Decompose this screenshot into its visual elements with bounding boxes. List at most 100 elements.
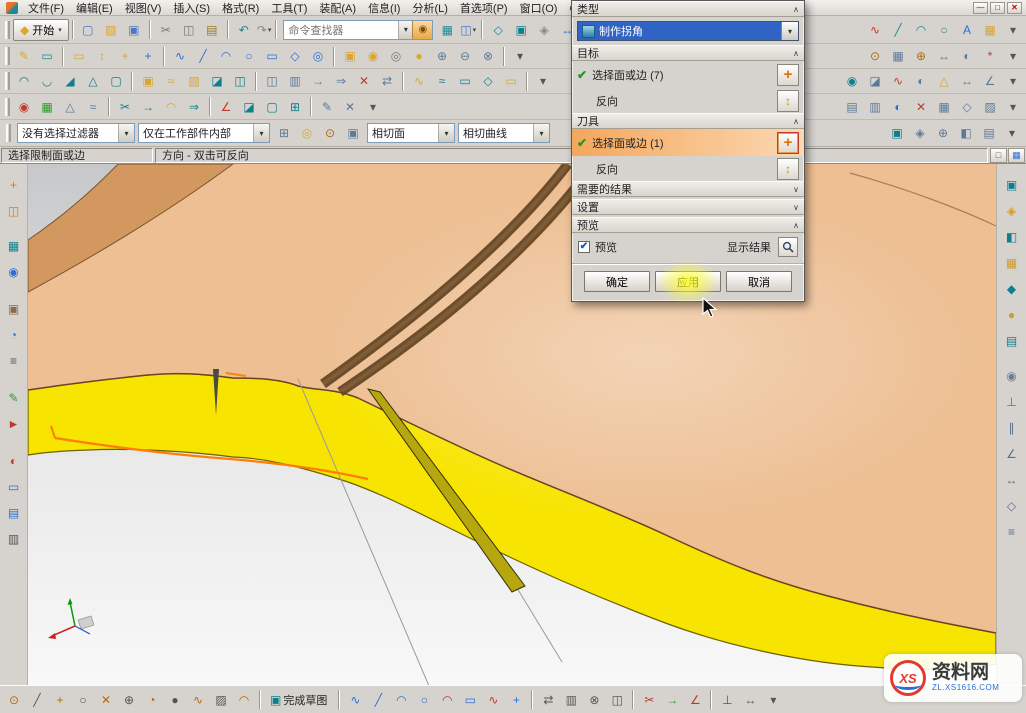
through-curves-icon[interactable]: ≈ xyxy=(431,70,453,92)
work-layer-icon[interactable]: ▤ xyxy=(978,122,1000,144)
auto-dimension-icon[interactable]: ↔ xyxy=(739,689,761,711)
more-icon[interactable]: ▾ xyxy=(1002,45,1024,67)
split-body-icon[interactable]: ◫ xyxy=(229,70,251,92)
restore-window-icon[interactable]: □ xyxy=(990,148,1007,163)
chevron-down-icon[interactable]: ▾ xyxy=(398,21,412,39)
pattern-curve-icon[interactable]: ▥ xyxy=(560,689,582,711)
delete-face-icon[interactable]: ✕ xyxy=(353,70,375,92)
tool-select-button[interactable]: + xyxy=(777,132,799,154)
shaded-cube-icon[interactable]: ▣ xyxy=(886,122,908,144)
assembly-navigator-icon[interactable]: ◫ xyxy=(2,199,26,223)
datum-csys-icon[interactable]: + xyxy=(114,45,136,67)
clip-section-icon[interactable]: ◧ xyxy=(955,122,977,144)
quick-trim-icon[interactable]: ✂ xyxy=(638,689,660,711)
more-icon[interactable]: ▾ xyxy=(362,96,384,118)
circle-curve-icon[interactable]: ○ xyxy=(238,45,260,67)
snap-point-toggle-icon[interactable]: ⊙ xyxy=(3,689,25,711)
orient-view-icon[interactable]: ⊕ xyxy=(932,122,954,144)
preview-checkbox[interactable]: ✔ xyxy=(578,241,590,253)
menu-item[interactable]: 窗口(O) xyxy=(514,0,564,16)
constraint-parallel-icon[interactable]: ∥ xyxy=(1000,416,1024,440)
studio-spline-icon[interactable]: ∿ xyxy=(864,19,886,41)
copy-icon[interactable]: ◫ xyxy=(178,19,200,41)
history-palette-icon[interactable]: ◔ xyxy=(2,323,26,347)
thicken-icon[interactable]: ▣ xyxy=(137,70,159,92)
face-analysis-icon[interactable]: ◉ xyxy=(841,70,863,92)
redo-icon[interactable]: ↷▾ xyxy=(256,19,273,41)
sew-icon[interactable]: ≈ xyxy=(160,70,182,92)
law-extension-icon[interactable]: ◠ xyxy=(160,96,182,118)
tool-select-row[interactable]: ✔ 选择面或边 (1) + xyxy=(572,129,804,156)
binoculars-icon[interactable]: ◉ xyxy=(412,21,432,39)
datum-axis-icon[interactable]: ↕ xyxy=(91,45,113,67)
visible-layers-icon[interactable]: ▥ xyxy=(864,96,886,118)
close-button[interactable]: ✕ xyxy=(1007,2,1022,14)
distance-icon[interactable]: ↔ xyxy=(956,70,978,92)
intersection-point-icon[interactable]: ⊗ xyxy=(583,689,605,711)
work-csys[interactable] xyxy=(48,598,94,639)
viewport-canvas[interactable] xyxy=(28,164,996,685)
swept-icon[interactable]: ∿ xyxy=(408,70,430,92)
make-corner-icon[interactable]: ∠ xyxy=(215,96,237,118)
pattern-tool-icon[interactable]: ▦ xyxy=(1000,251,1024,275)
start-button[interactable]: ◆ 开始 ▾ xyxy=(13,19,69,41)
finish-sketch-button[interactable]: ▣完成草图 xyxy=(265,689,334,711)
spline-sketch-icon[interactable]: ∿ xyxy=(482,689,504,711)
menu-item[interactable]: 视图(V) xyxy=(119,0,168,16)
pattern-icon[interactable]: ▦ xyxy=(979,19,1001,41)
menu-item[interactable]: 分析(L) xyxy=(406,0,453,16)
curve-rule-combo[interactable]: 相切曲线 ▾ xyxy=(458,123,550,143)
apply-button[interactable]: 应用 xyxy=(655,271,721,292)
i-form-icon[interactable]: △ xyxy=(59,96,81,118)
toolbar-grip[interactable] xyxy=(6,124,11,142)
offset-face-icon[interactable]: ⇒ xyxy=(330,70,352,92)
reflection-icon[interactable]: ◐ xyxy=(910,70,932,92)
match-edge-icon[interactable]: ≈ xyxy=(82,96,104,118)
type-dropdown[interactable]: 制作拐角 ▾ xyxy=(577,21,799,41)
new-file-icon[interactable]: ▢ xyxy=(77,19,99,41)
snap-tangent-icon[interactable]: ◠ xyxy=(233,689,255,711)
viewport-3d[interactable] xyxy=(28,164,996,685)
list-tool-icon[interactable]: ≡ xyxy=(1000,520,1024,544)
analysis-tool-icon[interactable]: ◉ xyxy=(1000,364,1024,388)
extrude-icon[interactable]: ▣ xyxy=(339,45,361,67)
snap-midpoint-icon[interactable]: + xyxy=(49,689,71,711)
wireframe-view-icon[interactable]: ◈ xyxy=(533,19,555,41)
snap-quadrant-icon[interactable]: ◔ xyxy=(141,689,163,711)
intersect-icon[interactable]: ⊗ xyxy=(477,45,499,67)
more-icon[interactable]: ▾ xyxy=(1002,19,1024,41)
pattern-feature-icon[interactable]: ▥ xyxy=(284,70,306,92)
snap-endpoint-icon[interactable]: ╱ xyxy=(26,689,48,711)
datum-plane-icon[interactable]: ▭ xyxy=(68,45,90,67)
grid-icon[interactable]: ▦ xyxy=(887,45,909,67)
view-orient-icon[interactable]: ◇ xyxy=(487,19,509,41)
constraint-perpendicular-icon[interactable]: ⊥ xyxy=(1000,390,1024,414)
tool-reverse-button[interactable]: ↕ xyxy=(777,158,799,180)
mirror-curve-icon[interactable]: ◫ xyxy=(606,689,628,711)
shell-icon[interactable]: ▢ xyxy=(105,70,127,92)
face-rule-combo[interactable]: 相切面 ▾ xyxy=(367,123,455,143)
notes-icon[interactable]: ▥ xyxy=(2,527,26,551)
part-navigator-icon[interactable]: ◉ xyxy=(2,260,26,284)
type-section-header[interactable]: 类型 ∧ xyxy=(572,1,804,17)
snap-intersection-icon[interactable]: ✕ xyxy=(95,689,117,711)
section-analysis-icon[interactable]: ◪ xyxy=(864,70,886,92)
sphere-tool-icon[interactable]: ● xyxy=(1000,303,1024,327)
circle-icon[interactable]: ○ xyxy=(933,19,955,41)
angle-tool-icon[interactable]: ∠ xyxy=(1000,442,1024,466)
revolve-icon[interactable]: ◉ xyxy=(362,45,384,67)
more-icon[interactable]: ▾ xyxy=(1001,122,1023,144)
sheet-tool-icon[interactable]: ▤ xyxy=(1000,329,1024,353)
save-icon[interactable]: ▣ xyxy=(123,19,145,41)
subtract-icon[interactable]: ⊖ xyxy=(454,45,476,67)
more-bottom-icon[interactable]: ▾ xyxy=(762,689,784,711)
move-face-icon[interactable]: → xyxy=(307,70,329,92)
wireframe-cube-icon[interactable]: ◈ xyxy=(909,122,931,144)
command-finder[interactable]: 命令查找器 ▾ ◉ xyxy=(283,20,433,40)
highlight-icon[interactable]: ◎ xyxy=(296,122,318,144)
effects-icon[interactable]: * xyxy=(979,45,1001,67)
toolbar-grip[interactable] xyxy=(5,47,10,65)
grid-toggle-icon[interactable]: ▦ xyxy=(1008,148,1025,163)
curvature-icon[interactable]: ∿ xyxy=(887,70,909,92)
menu-item[interactable]: 首选项(P) xyxy=(454,0,514,16)
